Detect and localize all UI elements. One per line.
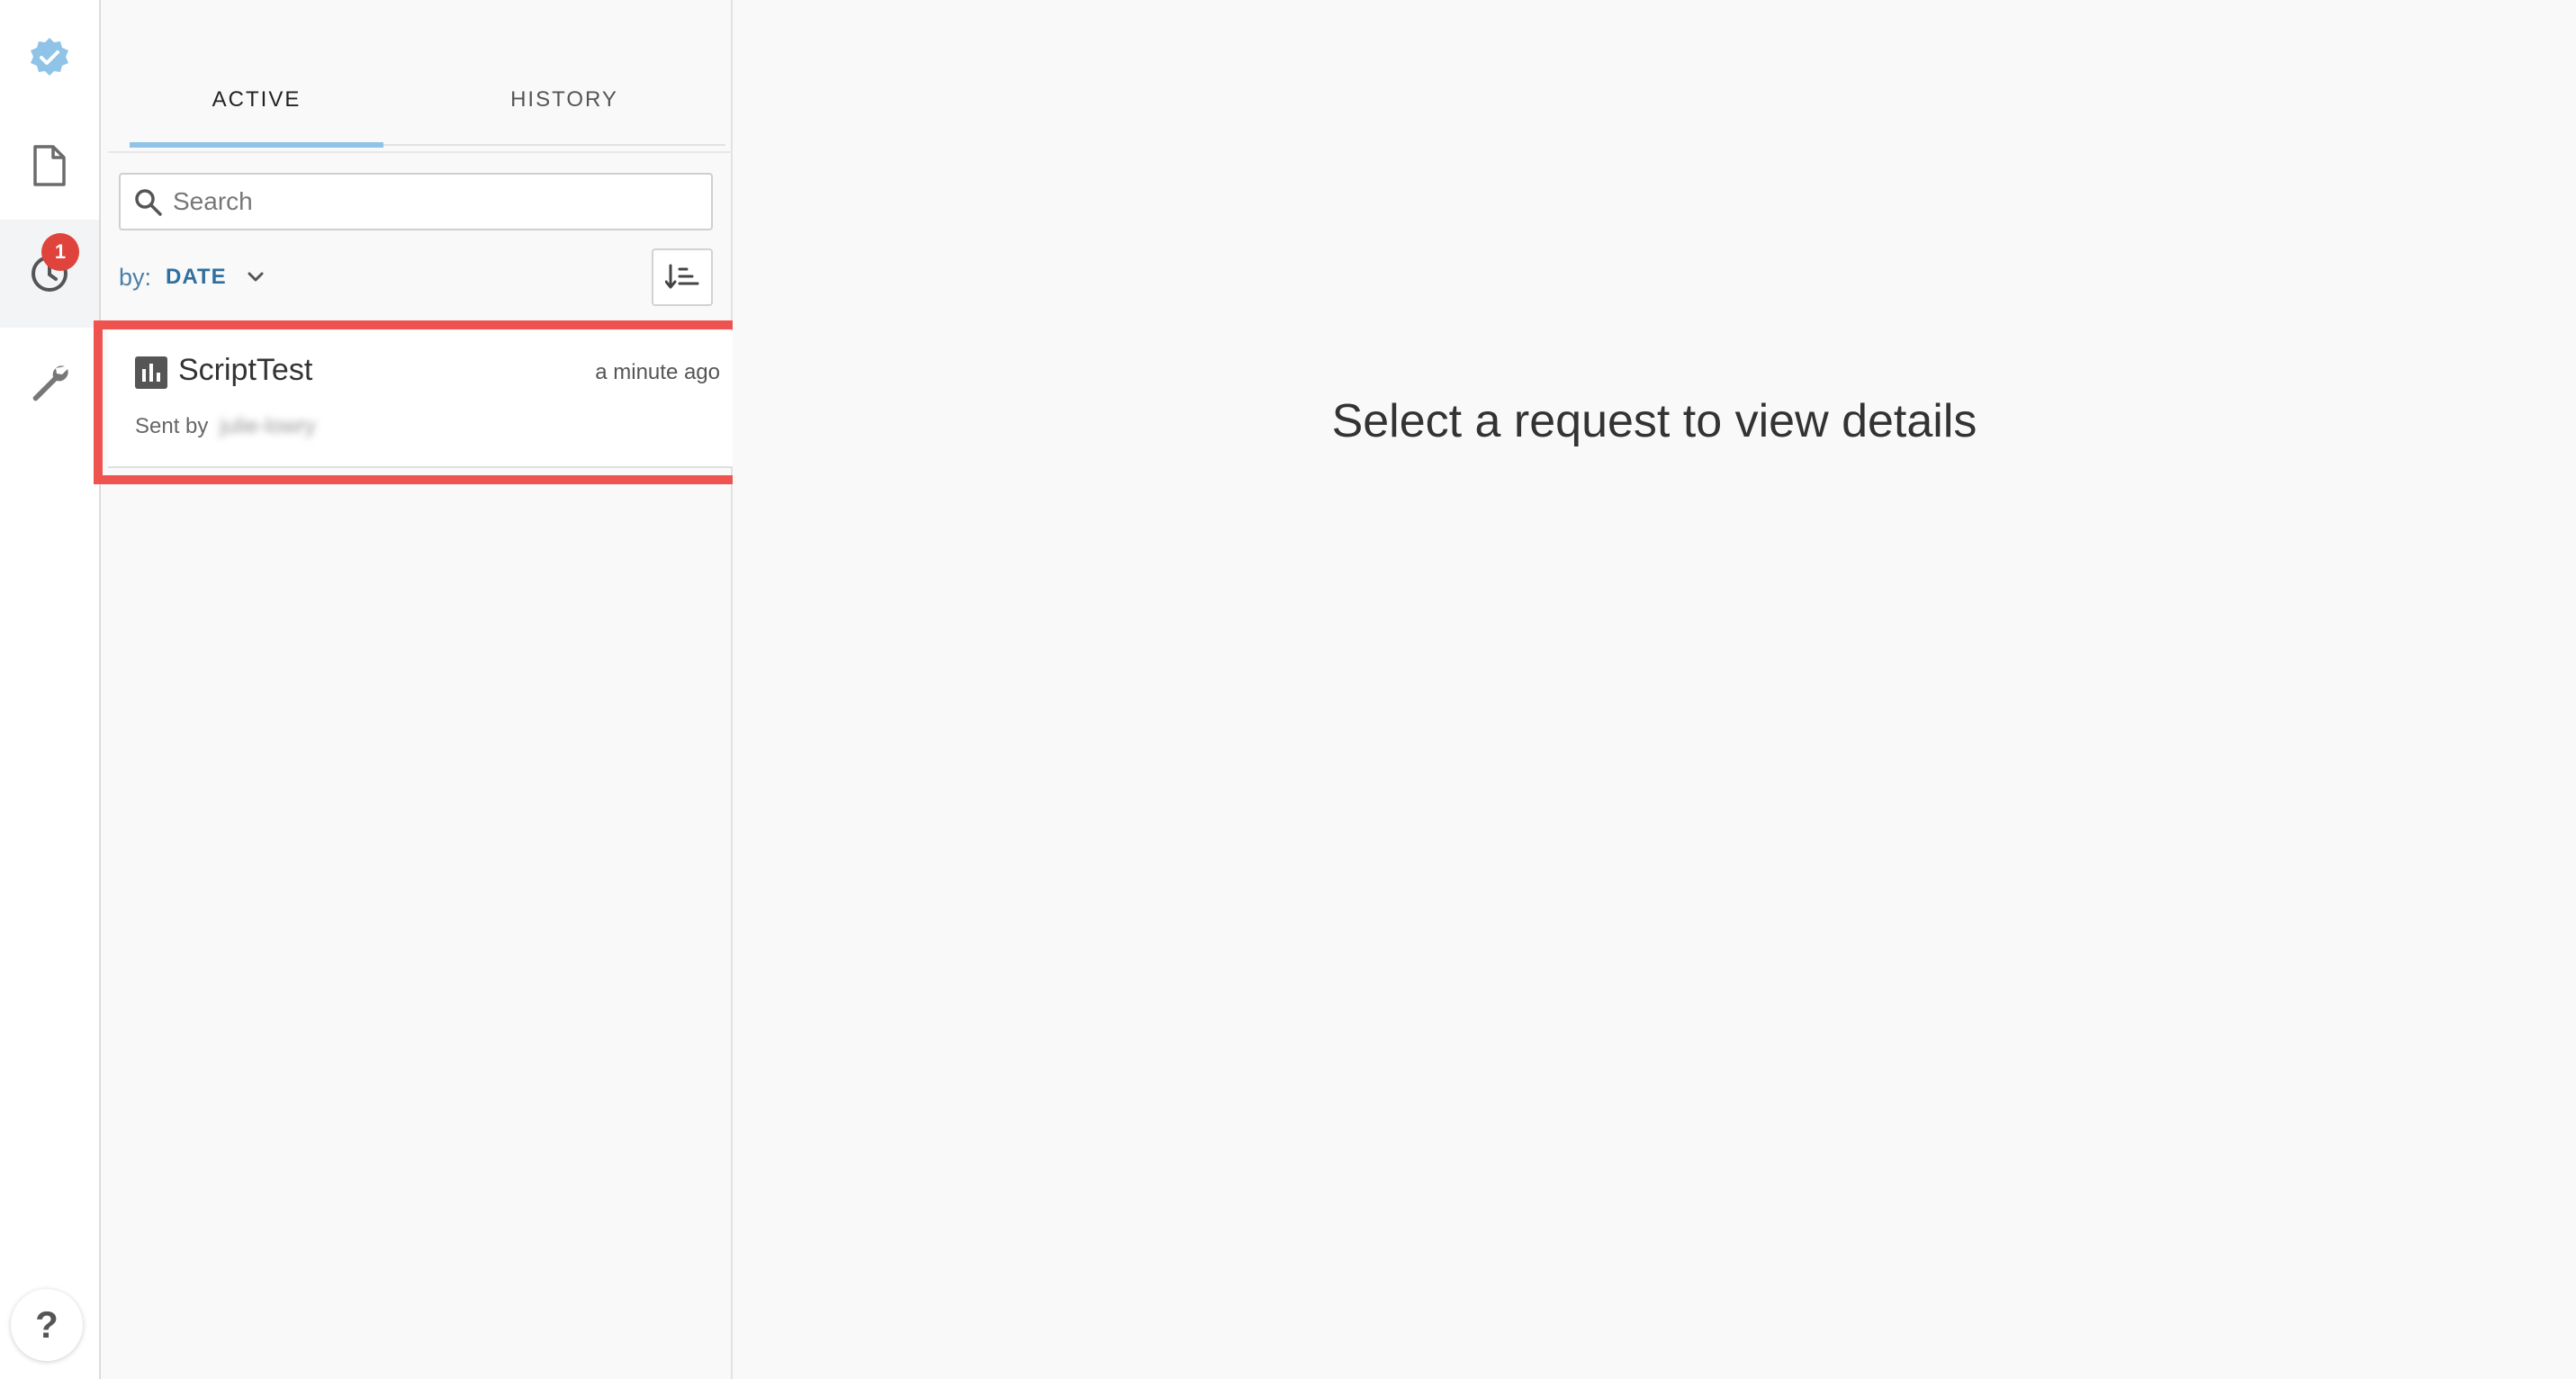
request-sender: Sent by julie-lowry: [135, 414, 316, 439]
rail-item-tools[interactable]: [0, 328, 99, 436]
tab-active-label: ACTIVE: [212, 87, 302, 112]
sort-by-value: DATE: [166, 265, 227, 289]
notification-badge: 1: [41, 233, 79, 271]
search-input[interactable]: [173, 182, 704, 221]
help-button[interactable]: ?: [11, 1289, 83, 1361]
verified-badge-icon: [31, 38, 68, 76]
wrench-icon: [32, 365, 68, 401]
rail-item-documents[interactable]: [0, 112, 99, 220]
sort-by-label: by:: [119, 263, 152, 291]
document-icon: [33, 145, 66, 186]
tab-history[interactable]: HISTORY: [437, 63, 691, 146]
sent-by-label: Sent by: [135, 414, 209, 438]
sender-name: julie-lowry: [220, 414, 316, 438]
sort-order-icon: [665, 264, 699, 289]
search-icon: [135, 189, 162, 216]
active-tab-indicator: [130, 142, 383, 148]
empty-state-message: Select a request to view details: [1331, 395, 1977, 447]
sort-order-button[interactable]: [652, 248, 713, 306]
app-window: 1 ? ACTIVE HISTORY by:: [0, 0, 2576, 1379]
rail-item-verified[interactable]: [0, 4, 99, 112]
chevron-down-icon: [248, 272, 264, 282]
tab-history-label: HISTORY: [510, 87, 618, 112]
request-title: ScriptTest: [178, 353, 313, 387]
tab-active[interactable]: ACTIVE: [130, 63, 383, 148]
chart-icon: [135, 356, 167, 389]
request-timestamp: a minute ago: [595, 360, 720, 384]
sort-by-dropdown[interactable]: by: DATE: [119, 261, 265, 293]
divider: [108, 151, 733, 153]
request-list-panel: ACTIVE HISTORY by: DATE: [101, 0, 733, 1379]
search-box[interactable]: [119, 173, 713, 230]
request-list-item[interactable]: ScriptTest a minute ago Sent by julie-lo…: [108, 331, 733, 468]
icon-rail: 1 ?: [0, 0, 101, 1379]
tab-bar: ACTIVE HISTORY: [130, 63, 725, 148]
request-details-pane: Select a request to view details: [733, 0, 2576, 1379]
